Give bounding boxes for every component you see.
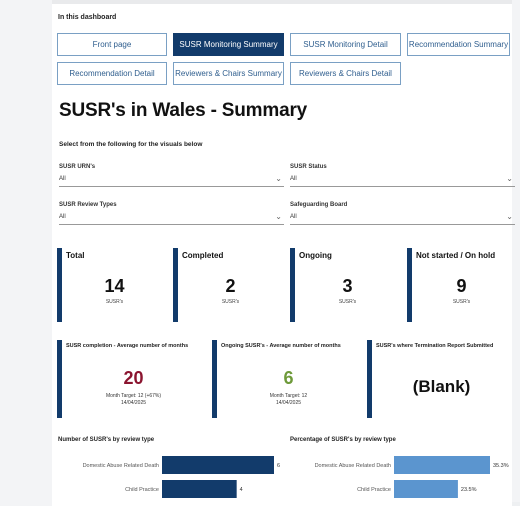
kpi-value: 2	[225, 276, 236, 296]
slicer-value: All	[59, 214, 66, 220]
kpi-card-ongoing-months: Ongoing SUSR's - Average number of month…	[212, 340, 360, 418]
kpi-card-total: Total 14 SUSR's	[57, 248, 167, 322]
kpi-title: Ongoing	[299, 251, 332, 260]
kpi-value: 6	[283, 368, 294, 388]
chart-title-percentage: Percentage of SUSR's by review type	[290, 437, 396, 443]
slicer-dropdown-safeguarding-board[interactable]: All ⌄	[290, 212, 515, 225]
slicer-value: All	[290, 214, 297, 220]
slicer-label: SUSR Review Types	[59, 202, 117, 208]
kpi-date: 14/04/2025	[275, 400, 302, 406]
nav-button-reviewers-chairs-detail[interactable]: Reviewers & Chairs Detail	[290, 62, 401, 85]
report-canvas: In this dashboard Front page SUSR Monito…	[52, 4, 515, 506]
nav-button-recommendation-detail[interactable]: Recommendation Detail	[57, 62, 167, 85]
slicer-dropdown-susr-urns[interactable]: All ⌄	[59, 174, 284, 187]
kpi-unit: SUSR's	[338, 299, 357, 305]
kpi-unit: SUSR's	[452, 299, 471, 305]
kpi-card-not-started: Not started / On hold 9 SUSR's	[407, 248, 511, 322]
kpi-target: Month Target: 12 (+67%)	[105, 393, 162, 399]
bar[interactable]	[394, 456, 490, 474]
kpi-date: 14/04/2025	[120, 400, 147, 406]
nav-title: In this dashboard	[58, 14, 117, 21]
kpi-title: SUSR completion - Average number of mont…	[66, 343, 189, 349]
bar-chart-count: Domestic Abuse Related Death 6 Child Pract…	[83, 456, 280, 498]
kpi-title: Total	[66, 251, 85, 260]
filters-note: Select from the following for the visual…	[59, 141, 203, 148]
slicer-safeguarding-board: Safeguarding Board All ⌄	[290, 202, 515, 225]
bar[interactable]	[162, 456, 274, 474]
kpi-card-termination-report: SUSR's where Termination Report Submitte…	[367, 340, 511, 418]
nav-button-front-page[interactable]: Front page	[57, 33, 167, 56]
slicer-susr-urns: SUSR URN's All ⌄	[59, 164, 284, 187]
kpi-value: 9	[456, 276, 467, 296]
slicer-label: SUSR Status	[290, 164, 327, 170]
chevron-down-icon: ⌄	[506, 212, 513, 221]
slicer-label: SUSR URN's	[59, 164, 96, 170]
bar-value-label: 4	[240, 487, 243, 493]
nav-button-reviewers-chairs-summary[interactable]: Reviewers & Chairs Summary	[173, 62, 284, 85]
bar[interactable]	[162, 480, 237, 498]
chart-title-count: Number of SUSR's by review type	[58, 437, 155, 443]
kpi-unit: SUSR's	[105, 299, 124, 305]
kpi-unit: SUSR's	[221, 299, 240, 305]
bar-category-label: Child Practice	[125, 487, 159, 493]
kpi-target: Month Target: 12	[269, 393, 308, 399]
slicer-dropdown-susr-status[interactable]: All ⌄	[290, 174, 515, 187]
kpi-value: 14	[104, 276, 125, 296]
bar-value-label: 35.3%	[493, 463, 509, 469]
slicer-susr-status: SUSR Status All ⌄	[290, 164, 515, 187]
nav-button-susr-monitoring-detail[interactable]: SUSR Monitoring Detail	[290, 33, 401, 56]
kpi-value: 20	[123, 368, 144, 388]
left-pane	[0, 0, 52, 506]
kpi-title: Not started / On hold	[416, 251, 496, 260]
bar-category-label: Child Practice	[357, 487, 391, 493]
kpi-title: Ongoing SUSR's - Average number of month…	[221, 343, 341, 349]
bar-value-label: 6	[277, 463, 280, 469]
kpi-title: SUSR's where Termination Report Submitte…	[376, 343, 494, 349]
slicer-value: All	[59, 176, 66, 182]
right-pane	[512, 0, 520, 506]
slicer-dropdown-review-types[interactable]: All ⌄	[59, 212, 284, 225]
chevron-down-icon: ⌄	[275, 212, 282, 221]
kpi-card-completion-months: SUSR completion - Average number of mont…	[57, 340, 205, 418]
slicer-label: Safeguarding Board	[290, 202, 348, 208]
chevron-down-icon: ⌄	[275, 174, 282, 183]
slicer-review-types: SUSR Review Types All ⌄	[59, 202, 284, 225]
kpi-value: (Blank)	[412, 377, 471, 396]
bar[interactable]	[394, 480, 458, 498]
slicer-value: All	[290, 176, 297, 182]
bar-chart-percentage: Domestic Abuse Related Death 35.3% Child P…	[315, 456, 509, 498]
kpi-title: Completed	[182, 251, 224, 260]
nav-button-recommendation-summary[interactable]: Recommendation Summary	[407, 33, 510, 56]
page-title: SUSR's in Wales - Summary	[59, 100, 308, 121]
bar-category-label: Domestic Abuse Related Death	[83, 463, 159, 469]
kpi-value: 3	[342, 276, 353, 296]
kpi-card-ongoing: Ongoing 3 SUSR's	[290, 248, 400, 322]
nav-button-susr-monitoring-summary[interactable]: SUSR Monitoring Summary	[173, 33, 284, 56]
chevron-down-icon: ⌄	[506, 174, 513, 183]
kpi-card-completed: Completed 2 SUSR's	[173, 248, 283, 322]
bar-category-label: Domestic Abuse Related Death	[315, 463, 391, 469]
bar-value-label: 23.5%	[461, 487, 477, 493]
